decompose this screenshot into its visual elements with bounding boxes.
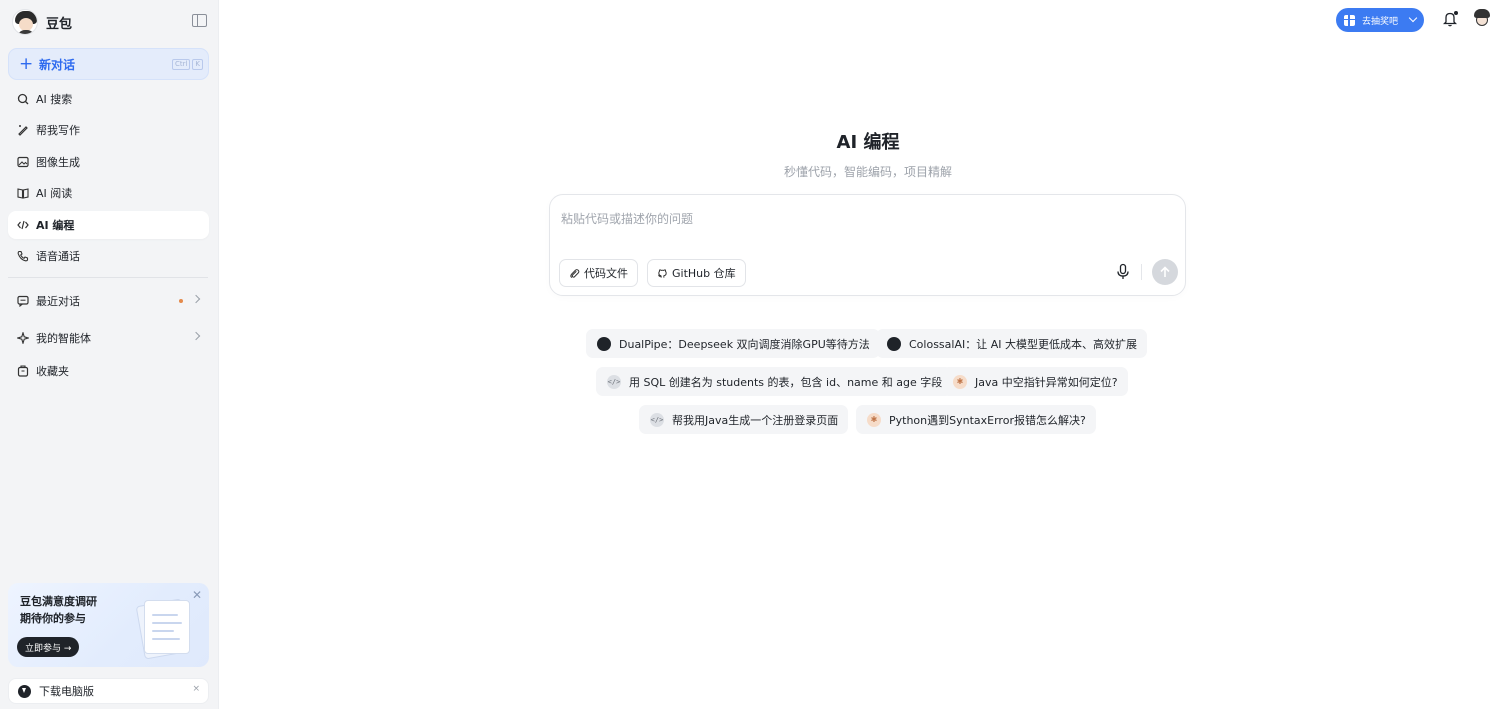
kbd-k: K [192,59,203,70]
github-icon [597,336,611,351]
suggestion-chip[interactable]: </> 帮我用Java生成一个注册登录页面 [639,405,849,434]
sidebar-toggle-icon[interactable] [192,14,207,27]
sidebar-item-recent-chats[interactable]: 最近对话 [8,287,209,315]
chat-icon [17,295,29,307]
sidebar-item-label: AI 编程 [36,219,75,232]
sidebar-item-my-agents[interactable]: 我的智能体 [8,324,209,352]
notification-dot [1454,11,1458,15]
sidebar-item-label: 语音通话 [36,250,80,263]
image-icon [17,156,29,168]
bug-icon: ✱ [867,412,881,427]
new-chat-button[interactable]: + 新对话 Ctrl K [8,48,209,80]
attach-code-file-button[interactable]: 代码文件 [559,259,638,287]
book-icon [17,187,29,199]
sidebar-item-label: AI 搜索 [36,93,73,106]
plus-icon: + [19,53,34,74]
close-icon[interactable]: ✕ [192,588,202,602]
sparkle-icon [17,332,29,344]
github-repo-label: GitHub 仓库 [672,267,736,280]
sidebar: 豆包 + 新对话 Ctrl K AI 搜索 帮我写作 图像生成 AI 阅读 AI… [0,0,219,709]
send-button[interactable] [1152,259,1178,285]
sidebar-item-ai-search[interactable]: AI 搜索 [8,85,209,113]
kbd-ctrl: Ctrl [171,59,191,70]
suggestion-text: 用 SQL 创建名为 students 的表，包含 id、name 和 age … [629,375,943,389]
unread-dot [179,299,183,303]
sidebar-item-label: 图像生成 [36,156,80,169]
sidebar-item-writing[interactable]: 帮我写作 [8,116,209,144]
suggestion-chip[interactable]: ✱ Java 中空指针异常如何定位? [942,367,1128,396]
attach-code-file-label: 代码文件 [584,267,628,280]
download-label: 下载电脑版 [39,685,94,698]
survey-join-button[interactable]: 立即参与 → [17,637,80,657]
arrow-up-icon [1160,266,1170,277]
suggestion-text: Java 中空指针异常如何定位? [975,375,1118,389]
document-illustration-icon [134,596,194,660]
bell-icon[interactable] [1442,11,1458,27]
suggestion-chip[interactable]: </> 用 SQL 创建名为 students 的表，包含 id、name 和 … [596,367,953,396]
survey-title-line1: 豆包满意度调研 [20,595,97,608]
suggestion-chip[interactable]: DualPipe：Deepseek 双向调度消除GPU等待方法 [586,329,880,358]
suggestion-text: 帮我用Java生成一个注册登录页面 [672,413,839,427]
survey-card: 豆包满意度调研 期待你的参与 立即参与 → ✕ [8,583,209,667]
brand-name: 豆包 [46,16,73,32]
new-chat-label: 新对话 [39,57,76,72]
sidebar-item-label: 最近对话 [36,295,80,308]
chevron-right-icon [191,331,201,341]
lottery-label: 去抽奖吧 [1362,16,1399,27]
code-icon: </> [650,412,664,427]
sidebar-item-voice-call[interactable]: 语音通话 [8,242,209,270]
close-icon[interactable]: × [192,684,200,694]
code-icon: </> [607,374,621,389]
survey-title-line2: 期待你的参与 [20,612,86,625]
code-icon [17,219,29,231]
bug-icon: ✱ [953,374,967,389]
page-subtitle: 秒懂代码，智能编码，项目精解 [783,165,952,179]
pen-icon [17,124,29,136]
suggestion-chip[interactable]: ✱ Python遇到SyntaxError报错怎么解决? [856,405,1096,434]
microphone-icon[interactable] [1116,263,1130,281]
search-icon [17,93,29,105]
gift-icon [1344,14,1355,26]
sidebar-item-label: 收藏夹 [36,365,69,378]
suggestion-text: DualPipe：Deepseek 双向调度消除GPU等待方法 [619,337,870,351]
divider [8,277,208,278]
sidebar-item-image-gen[interactable]: 图像生成 [8,148,209,176]
suggestion-text: Python遇到SyntaxError报错怎么解决? [889,413,1086,427]
sidebar-item-ai-coding[interactable]: AI 编程 [8,211,209,239]
page-title: AI 编程 [836,132,900,153]
github-icon [887,336,901,351]
divider [1141,264,1142,280]
bookmark-icon [17,365,29,377]
sidebar-item-label: AI 阅读 [36,187,73,200]
doubao-logo [12,9,38,35]
prompt-input[interactable] [561,209,1061,229]
user-avatar[interactable] [1473,9,1491,29]
sidebar-item-label: 我的智能体 [36,332,91,345]
download-desktop-button[interactable]: 下载电脑版 × [8,678,209,704]
sidebar-item-favorites[interactable]: 收藏夹 [8,357,209,385]
chevron-right-icon [191,294,201,304]
chevron-down-icon [1408,13,1418,23]
suggestion-chip[interactable]: ColossalAI：让 AI 大模型更低成本、高效扩展 [876,329,1147,358]
github-icon [657,268,668,279]
sidebar-item-label: 帮我写作 [36,124,80,137]
shortcut-hint: Ctrl K [171,59,203,70]
phone-icon [17,250,29,262]
sidebar-item-ai-reading[interactable]: AI 阅读 [8,179,209,207]
lottery-button[interactable]: 去抽奖吧 [1336,8,1424,32]
suggestion-text: ColossalAI：让 AI 大模型更低成本、高效扩展 [909,337,1137,351]
download-icon [18,684,31,698]
github-repo-button[interactable]: GitHub 仓库 [647,259,746,287]
composer: 代码文件 GitHub 仓库 [549,194,1186,296]
paperclip-icon [569,268,580,279]
brand[interactable]: 豆包 [12,8,72,36]
survey-title: 豆包满意度调研 期待你的参与 [20,593,120,627]
